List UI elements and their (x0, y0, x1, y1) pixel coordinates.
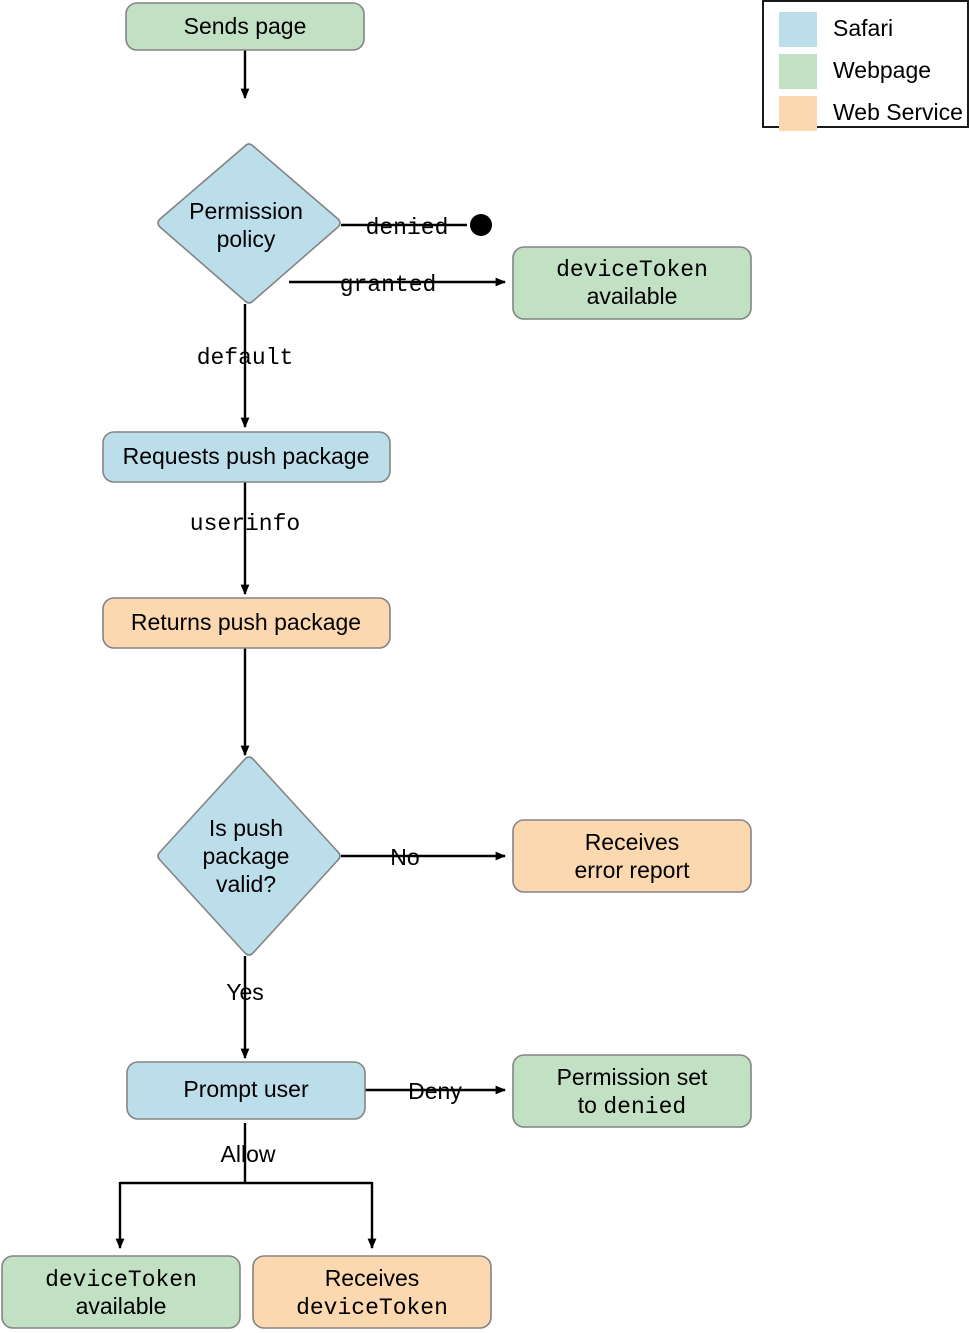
node-is-push-package-valid-line-0: Is push (209, 815, 283, 841)
node-device-token-available-bottom-line-0: deviceToken (45, 1267, 197, 1293)
legend-label-webpage: Webpage (833, 57, 931, 83)
legend-swatch-safari (779, 12, 817, 47)
node-permission-policy-line-0: Permission (189, 198, 303, 224)
legend: Safari Webpage Web Service (762, 0, 969, 131)
node-permission-set-to-denied-line-1: to denied (578, 1092, 686, 1120)
edge-label-allow: Allow (221, 1141, 276, 1167)
node-is-push-package-valid-line-2: valid? (216, 871, 276, 897)
node-requests-push-package-line-0: Requests push package (123, 443, 370, 469)
node-sends-page[interactable]: Sends page (125, 2, 365, 51)
node-device-token-available-top[interactable]: deviceToken available (512, 246, 752, 320)
edge-label-default: default (197, 345, 294, 371)
node-receives-device-token-line-0: Receives (325, 1265, 420, 1291)
legend-swatch-webpage (779, 54, 817, 89)
node-receives-device-token[interactable]: Receives deviceToken (252, 1255, 492, 1329)
push-notification-flowchart: denied granted default userinfo No Yes D… (0, 0, 970, 1333)
node-permission-set-to-denied-line-1-part-1: denied (603, 1094, 686, 1120)
node-receives-device-token-line-1: deviceToken (296, 1295, 448, 1321)
node-device-token-available-bottom-line-1: available (76, 1293, 167, 1319)
node-is-push-package-valid-line-1: package (203, 843, 290, 869)
node-receives-error-report-line-0: Receives (585, 829, 680, 855)
edge-label-deny: Deny (408, 1078, 462, 1104)
node-returns-push-package-line-0: Returns push package (131, 609, 361, 635)
node-receives-error-report[interactable]: Receives error report (512, 819, 752, 893)
edge-label-yes: Yes (226, 979, 264, 1005)
node-prompt-user[interactable]: Prompt user (126, 1061, 366, 1120)
edge-label-granted: granted (340, 272, 437, 298)
node-requests-push-package[interactable]: Requests push package (102, 431, 391, 483)
node-permission-set-to-denied[interactable]: Permission set to denied (512, 1054, 752, 1128)
node-permission-set-to-denied-line-1-part-0: to (578, 1092, 604, 1118)
node-permission-policy-line-1: policy (217, 226, 276, 252)
node-device-token-available-top-line-1: available (587, 283, 678, 309)
node-device-token-available-bottom[interactable]: deviceToken available (1, 1255, 241, 1329)
legend-label-safari: Safari (833, 15, 893, 41)
node-returns-push-package[interactable]: Returns push package (102, 597, 391, 649)
legend-label-web-service: Web Service (833, 99, 963, 125)
canvas-background (0, 0, 970, 1333)
edge-label-userinfo: userinfo (190, 511, 300, 537)
node-receives-error-report-line-1: error report (574, 857, 690, 883)
edge-label-denied: denied (366, 215, 449, 241)
denied-terminal-dot (470, 214, 492, 236)
node-permission-set-to-denied-line-0: Permission set (557, 1064, 708, 1090)
node-prompt-user-line-0: Prompt user (183, 1076, 309, 1102)
node-device-token-available-top-line-0: deviceToken (556, 257, 708, 283)
node-sends-page-line-0: Sends page (184, 13, 307, 39)
edge-label-no: No (390, 844, 419, 870)
legend-swatch-web-service (779, 96, 817, 131)
